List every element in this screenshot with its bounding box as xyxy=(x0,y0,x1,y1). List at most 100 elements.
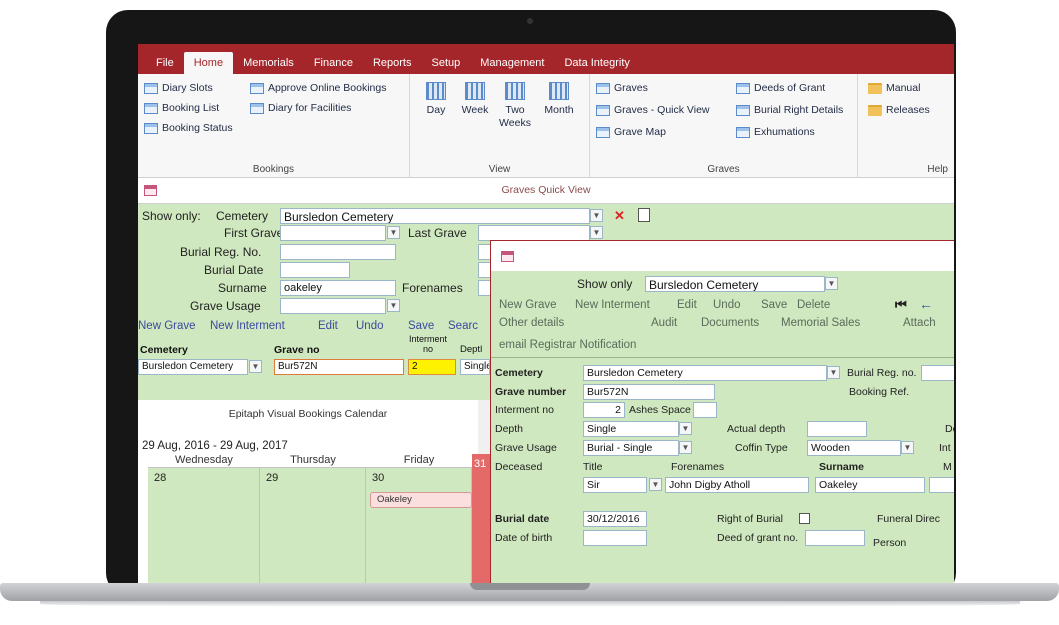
calendar-event[interactable]: Oakeley xyxy=(370,492,472,508)
view-day-button[interactable]: Day xyxy=(422,82,450,117)
grid-cell-cemetery[interactable]: Bursledon Cemetery xyxy=(138,359,248,375)
forenames-field[interactable]: John Digby Atholl xyxy=(665,477,809,493)
int-label: Int xyxy=(939,442,951,454)
save-button[interactable]: Save xyxy=(408,320,434,332)
detail-new-grave-button[interactable]: New Grave xyxy=(499,299,557,311)
chevron-down-icon[interactable]: ▼ xyxy=(249,360,262,373)
depth-field[interactable]: Single xyxy=(583,421,679,437)
previous-record-icon[interactable]: ← xyxy=(919,296,933,312)
tab-memorials[interactable]: Memorials xyxy=(233,52,304,74)
releases-button[interactable]: Releases xyxy=(868,104,930,116)
burial-date-field[interactable]: 30/12/2016 xyxy=(583,511,647,527)
detail-edit-button[interactable]: Edit xyxy=(677,299,697,311)
booking-status-button[interactable]: Booking Status xyxy=(144,122,233,134)
undo-button[interactable]: Undo xyxy=(356,320,384,332)
chevron-down-icon[interactable]: ▼ xyxy=(827,366,840,379)
search-button[interactable]: Searc xyxy=(448,320,478,332)
m-label: M xyxy=(943,461,952,473)
detail-undo-button[interactable]: Undo xyxy=(713,299,741,311)
memorial-sales-button[interactable]: Memorial Sales xyxy=(781,317,860,329)
email-registrar-button[interactable]: email Registrar Notification xyxy=(499,339,636,351)
burial-reg-field[interactable] xyxy=(921,365,954,381)
cemetery-field[interactable]: Bursledon Cemetery xyxy=(583,365,827,381)
detail-new-interment-button[interactable]: New Interment xyxy=(575,299,650,311)
grid-cell-interment-no[interactable]: 2 xyxy=(408,359,456,375)
day-cell[interactable]: 28 xyxy=(148,468,260,585)
grave-usage-field[interactable]: Burial - Single xyxy=(583,440,679,456)
detail-show-only-label: Show only xyxy=(577,277,633,291)
tab-setup[interactable]: Setup xyxy=(421,52,470,74)
edit-button[interactable]: Edit xyxy=(318,320,338,332)
depth-label: Depth xyxy=(495,423,524,435)
cemetery-select[interactable]: Bursledon Cemetery xyxy=(280,208,590,224)
diary-slots-button[interactable]: Diary Slots xyxy=(144,82,213,94)
interment-field[interactable]: 2 xyxy=(583,402,625,418)
day-cell[interactable]: 29 xyxy=(260,468,366,585)
graves-quick-view-button[interactable]: Graves - Quick View xyxy=(596,104,710,116)
new-interment-button[interactable]: New Interment xyxy=(210,320,285,332)
chevron-down-icon[interactable]: ▼ xyxy=(387,299,400,312)
last-grave-label: Last Grave xyxy=(408,226,467,240)
last-grave-select[interactable] xyxy=(478,225,590,241)
detail-cemetery-filter[interactable]: Bursledon Cemetery xyxy=(645,276,825,292)
grid-cell-depth[interactable]: Single xyxy=(460,359,490,375)
chevron-down-icon[interactable]: ▼ xyxy=(901,441,914,454)
tab-data-integrity[interactable]: Data Integrity xyxy=(554,52,639,74)
grave-number-field[interactable]: Bur572N xyxy=(583,384,715,400)
ashes-space-field[interactable] xyxy=(693,402,717,418)
tab-reports[interactable]: Reports xyxy=(363,52,422,74)
tab-finance[interactable]: Finance xyxy=(304,52,363,74)
burial-right-details-button[interactable]: Burial Right Details xyxy=(736,104,843,116)
deeds-of-grant-button[interactable]: Deeds of Grant xyxy=(736,82,825,94)
surname-field[interactable]: oakeley xyxy=(280,280,396,296)
chevron-down-icon[interactable]: ▼ xyxy=(679,441,692,454)
first-record-icon[interactable]: ⏮ xyxy=(895,297,907,313)
surname-field[interactable]: Oakeley xyxy=(815,477,925,493)
forenames-label: Forenames xyxy=(402,281,463,295)
view-two-weeks-button[interactable]: Two Weeks xyxy=(498,82,532,130)
chevron-down-icon[interactable]: ▼ xyxy=(590,209,603,222)
chevron-down-icon[interactable]: ▼ xyxy=(649,478,662,491)
tab-file[interactable]: File xyxy=(146,52,184,74)
audit-button[interactable]: Audit xyxy=(651,317,677,329)
tab-home[interactable]: Home xyxy=(183,52,234,74)
booking-list-button[interactable]: Booking List xyxy=(144,102,219,114)
burial-date-field[interactable] xyxy=(280,262,350,278)
grid-cell-grave-no[interactable]: Bur572N xyxy=(274,359,404,375)
exhumations-button[interactable]: Exhumations xyxy=(736,126,815,138)
coffin-type-field[interactable]: Wooden xyxy=(807,440,901,456)
approve-online-bookings-button[interactable]: Approve Online Bookings xyxy=(250,82,387,94)
export-icon[interactable] xyxy=(638,208,650,222)
m-field[interactable] xyxy=(929,477,954,493)
other-details-button[interactable]: Other details xyxy=(499,317,564,329)
help-group-label: Help xyxy=(927,164,948,175)
funeral-director-label: Funeral Direc xyxy=(877,513,941,525)
new-grave-button[interactable]: New Grave xyxy=(138,320,196,332)
day-cell[interactable]: 30 Oakeley xyxy=(366,468,472,585)
chevron-down-icon[interactable]: ▼ xyxy=(825,277,838,290)
clear-filter-icon[interactable]: ✕ xyxy=(614,209,628,223)
right-of-burial-checkbox[interactable] xyxy=(799,513,810,524)
tab-management[interactable]: Management xyxy=(470,52,554,74)
chevron-down-icon[interactable]: ▼ xyxy=(387,226,400,239)
chevron-down-icon[interactable]: ▼ xyxy=(679,422,692,435)
date-of-birth-field[interactable] xyxy=(583,530,647,546)
grave-map-button[interactable]: Grave Map xyxy=(596,126,666,138)
deed-of-grant-field[interactable] xyxy=(805,530,865,546)
grave-usage-select[interactable] xyxy=(280,298,386,314)
manual-button[interactable]: Manual xyxy=(868,82,920,94)
attachments-button[interactable]: Attach xyxy=(903,317,936,329)
actual-depth-field[interactable] xyxy=(807,421,867,437)
detail-save-button[interactable]: Save xyxy=(761,299,787,311)
view-month-button[interactable]: Month xyxy=(538,82,580,117)
burial-reg-field[interactable] xyxy=(280,244,396,260)
detail-delete-button[interactable]: Delete xyxy=(797,299,830,311)
title-field[interactable]: Sir xyxy=(583,477,647,493)
view-week-button[interactable]: Week xyxy=(458,82,492,117)
chevron-down-icon[interactable]: ▼ xyxy=(590,226,603,239)
first-grave-select[interactable] xyxy=(280,225,386,241)
graves-button[interactable]: Graves xyxy=(596,82,648,94)
diary-for-facilities-button[interactable]: Diary for Facilities xyxy=(250,102,351,114)
day-cell-weekend[interactable]: 31 xyxy=(472,454,492,585)
documents-button[interactable]: Documents xyxy=(701,317,759,329)
